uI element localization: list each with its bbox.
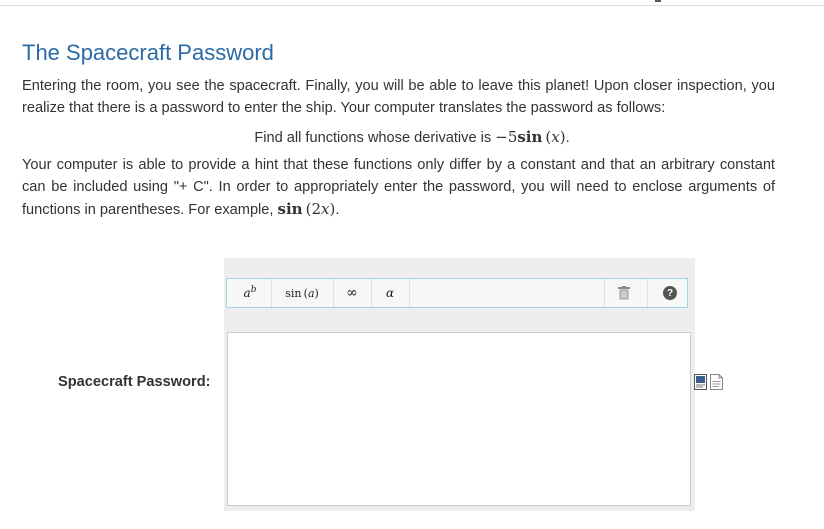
top-caret-mark <box>655 0 661 2</box>
trash-icon <box>618 286 630 300</box>
task-fn: sin <box>517 128 543 146</box>
task-open: ( <box>542 128 552 146</box>
toolbar-divider <box>371 279 372 307</box>
top-divider <box>0 5 824 6</box>
task-var: x <box>551 128 560 146</box>
intro-paragraph: Entering the room, you see the spacecraf… <box>22 78 775 116</box>
answer-label: Spacecraft Password: <box>58 374 211 390</box>
power-base: a <box>243 286 251 300</box>
task-neg: − <box>495 128 508 146</box>
hint-period: . <box>335 202 340 218</box>
preview-icon[interactable] <box>694 374 707 390</box>
power-exp: b <box>250 285 257 295</box>
hint-text: Your computer is able to provide a hint … <box>22 157 775 218</box>
alpha-button[interactable]: α <box>380 282 400 304</box>
infinity-button[interactable]: ∞ <box>342 282 362 304</box>
math-toolbar: ab sin (a) ∞ α ? <box>226 278 688 308</box>
task-coef: 5 <box>507 128 518 146</box>
toolbar-divider <box>271 279 272 307</box>
document-icon[interactable] <box>710 374 723 390</box>
task-prefix: Find all functions whose derivative is <box>254 130 496 146</box>
toolbar-divider <box>647 279 648 307</box>
help-icon: ? <box>663 286 677 300</box>
hint-open: (2 <box>302 200 321 218</box>
help-button[interactable]: ? <box>659 282 681 304</box>
power-button[interactable]: ab <box>237 282 263 304</box>
toolbar-divider <box>409 279 410 307</box>
trash-button[interactable] <box>613 282 635 304</box>
page-title: The Spacecraft Password <box>22 40 274 65</box>
sin-close: ) <box>314 286 319 300</box>
answer-input[interactable] <box>227 332 691 506</box>
sin-label: sin ( <box>285 286 308 300</box>
hint-fn: sin <box>277 200 303 218</box>
sin-button[interactable]: sin (a) <box>279 282 325 304</box>
toolbar-divider <box>333 279 334 307</box>
task-statement: Find all functions whose derivative is −… <box>0 126 824 149</box>
task-period: . <box>565 130 570 146</box>
answer-side-icons <box>694 374 723 390</box>
hint-paragraph: Your computer is able to provide a hint … <box>22 154 775 221</box>
toolbar-divider <box>604 279 605 307</box>
